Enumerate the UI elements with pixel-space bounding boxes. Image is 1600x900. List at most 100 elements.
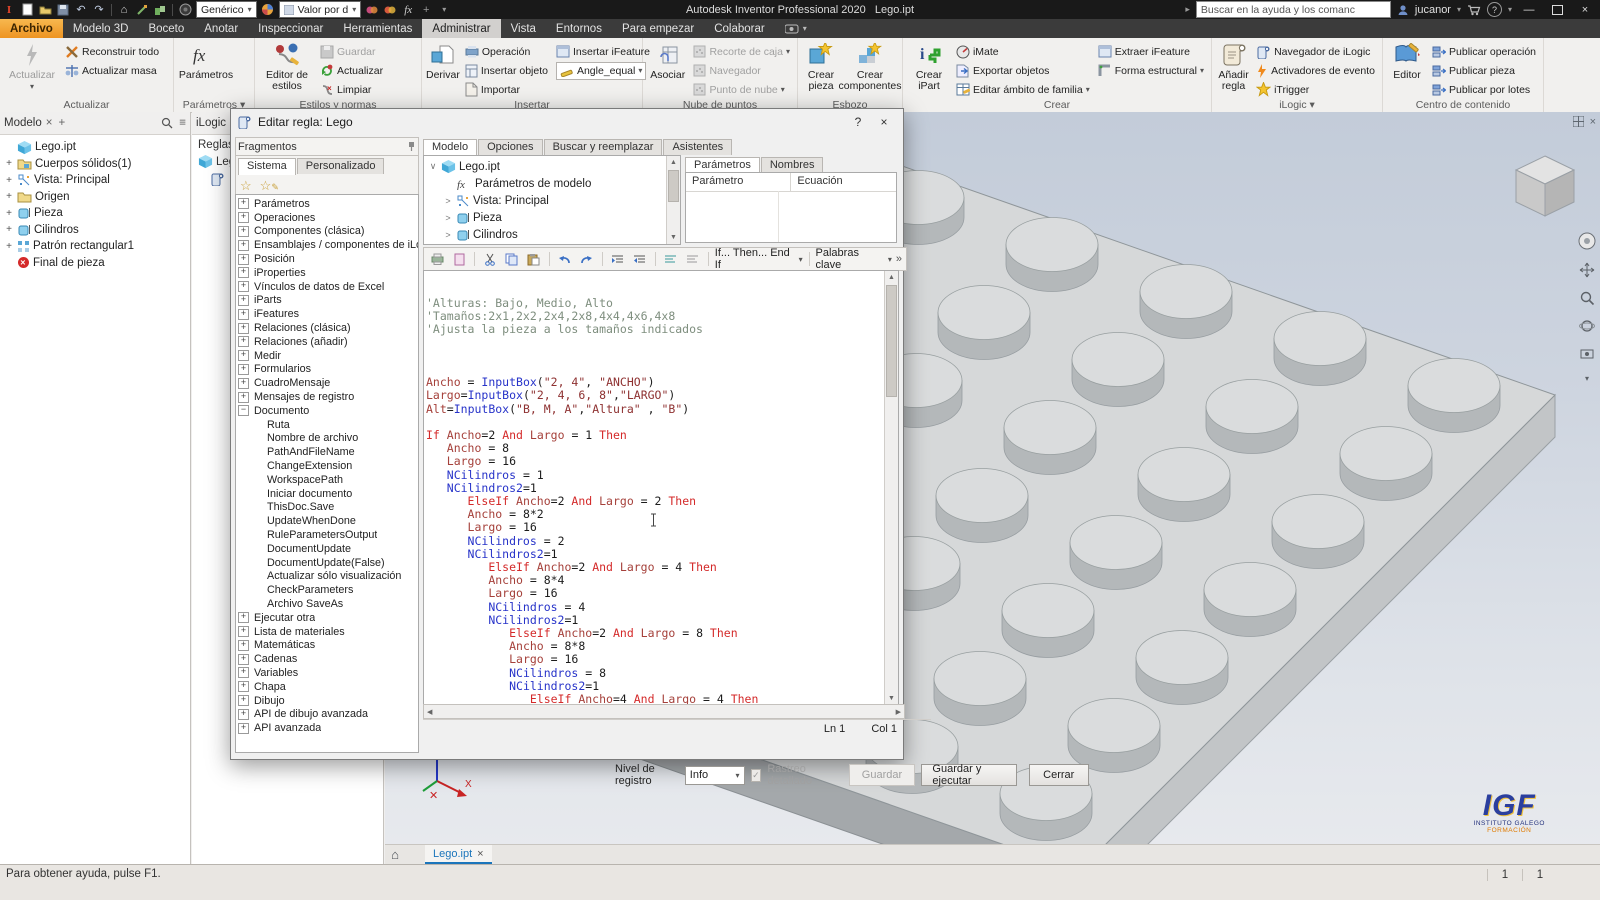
expander-icon[interactable]: + <box>238 295 249 306</box>
minimize-button[interactable]: — <box>1518 1 1540 18</box>
tree-item[interactable]: Patrón rectangular1 <box>426 243 680 244</box>
dialog-tab-buscar[interactable]: Buscar y reemplazar <box>544 139 663 155</box>
expander-icon[interactable]: + <box>238 212 249 223</box>
pan-icon[interactable] <box>1579 262 1595 278</box>
tree-item[interactable]: ×Final de pieza <box>2 255 190 272</box>
tree-item[interactable]: ThisDoc.Save <box>236 501 418 515</box>
guardar-button[interactable]: Guardar <box>317 42 386 61</box>
code-scrollbar[interactable]: ▲ ▼ <box>884 271 898 705</box>
save-icon[interactable] <box>54 1 72 18</box>
tree-item[interactable]: +API de dibujo avanzada <box>236 707 418 721</box>
uncomment-icon[interactable] <box>684 250 702 268</box>
redo-icon[interactable]: ↷ <box>90 1 108 18</box>
dialog-title-bar[interactable]: Editar regla: Lego ? × <box>231 109 903 135</box>
dialog-tab-asistentes[interactable]: Asistentes <box>663 139 732 155</box>
sketch-icon[interactable] <box>133 1 151 18</box>
ribbon-tab-herramientas[interactable]: Herramientas <box>333 19 422 38</box>
material-select[interactable]: Genérico▾ <box>196 1 257 18</box>
tree-item[interactable]: +Patrón rectangular1 <box>2 238 190 255</box>
expander-icon[interactable]: + <box>238 681 249 692</box>
expander-icon[interactable]: + <box>238 323 249 334</box>
navegador-button[interactable]: Navegador <box>690 61 793 80</box>
document-tab[interactable]: Lego.ipt × <box>425 845 492 864</box>
insertar-objeto-button[interactable]: Insertar objeto <box>462 61 551 80</box>
punto-de-nube-button[interactable]: Punto de nube▾ <box>690 80 793 99</box>
tree-item[interactable]: fxParámetros de modelo <box>426 175 680 192</box>
insertar-ifeature-button[interactable]: Insertar iFeature <box>553 42 653 61</box>
expander-icon[interactable]: + <box>238 392 249 403</box>
tree-item[interactable]: +Medir <box>236 349 418 363</box>
code-editor[interactable]: 'Alturas: Bajo, Medio, Alto​'Tamaños:2x1… <box>423 270 899 706</box>
dialog-tab-opciones[interactable]: Opciones <box>478 139 542 155</box>
tree-item[interactable]: +Variables <box>236 666 418 680</box>
ilogic-panel-tab[interactable]: iLogic <box>196 117 226 129</box>
tree-item[interactable]: WorkspacePath <box>236 473 418 487</box>
expander-icon[interactable]: + <box>238 378 249 389</box>
trace-checkbox[interactable]: ✓ <box>751 769 762 782</box>
tree-item[interactable]: +API avanzada <box>236 721 418 735</box>
close-button[interactable]: × <box>1574 1 1596 18</box>
tree-item[interactable]: +Formularios <box>236 363 418 377</box>
publicar-por-lotes-button[interactable]: Publicar por lotes <box>1429 80 1539 99</box>
actualizar-button[interactable]: Actualizar▾ <box>4 40 60 98</box>
tree-item[interactable]: >Cilindros <box>426 226 680 243</box>
crear-ipart-button[interactable]: i Crear iPart <box>907 40 951 98</box>
print-icon[interactable] <box>428 250 446 268</box>
tree-item[interactable]: +Ensamblajes / componentes de iLogic <box>236 238 418 252</box>
toolbar-overflow-icon[interactable]: » <box>896 253 902 265</box>
tree-item[interactable]: Iniciar documento <box>236 487 418 501</box>
expander-icon[interactable]: + <box>4 175 14 186</box>
home-tab-icon[interactable]: ⌂ <box>385 845 405 864</box>
appearance-select[interactable]: Valor por d▾ <box>279 1 362 18</box>
dialog-close-button[interactable]: × <box>871 114 897 131</box>
tree-item[interactable]: Actualizar sólo visualización <box>236 570 418 584</box>
actualizar-masa-button[interactable]: Actualizar masa <box>62 61 162 80</box>
expander-icon[interactable]: ∨ <box>428 161 438 172</box>
navegador-de-ilogic-button[interactable]: Navegador de iLogic <box>1253 42 1378 61</box>
tree-item[interactable]: +Pieza <box>2 205 190 222</box>
indent-icon[interactable] <box>631 250 649 268</box>
ribbon-tab-anotar[interactable]: Anotar <box>194 19 248 38</box>
expander-icon[interactable]: + <box>238 612 249 623</box>
undo-icon[interactable] <box>556 250 574 268</box>
paste-icon[interactable] <box>525 250 543 268</box>
ribbon-tab-para-empezar[interactable]: Para empezar <box>612 19 704 38</box>
expander-icon[interactable]: + <box>238 281 249 292</box>
tree-item[interactable]: +Componentes (clásica) <box>236 225 418 239</box>
measure-icon[interactable] <box>381 1 399 18</box>
insert-fragment-edit-icon[interactable]: ☆✎ <box>260 178 279 194</box>
tree-item[interactable]: +Vista: Principal <box>2 172 190 189</box>
tree-item[interactable]: >Pieza <box>426 209 680 226</box>
expander-icon[interactable]: + <box>238 336 249 347</box>
tree-item[interactable]: ChangeExtension <box>236 459 418 473</box>
full-navigation-wheel-icon[interactable] <box>1578 232 1596 250</box>
operaci-n-button[interactable]: Operación <box>462 42 551 61</box>
adjust-icon[interactable] <box>363 1 381 18</box>
activadores-de-evento-button[interactable]: Activadores de evento <box>1253 61 1378 80</box>
browser-menu-icon[interactable]: ≡ <box>179 117 186 129</box>
params-tab-nombres[interactable]: Nombres <box>761 157 824 173</box>
tree-item[interactable]: +iFeatures <box>236 307 418 321</box>
ribbon-tab-modelo-3d[interactable]: Modelo 3D <box>63 19 139 38</box>
expander-icon[interactable]: + <box>4 158 14 169</box>
tree-item[interactable]: RuleParametersOutput <box>236 528 418 542</box>
publicar-pieza-button[interactable]: Publicar pieza <box>1429 61 1539 80</box>
tree-item[interactable]: PathAndFileName <box>236 445 418 459</box>
copy-icon[interactable] <box>503 250 521 268</box>
angle-equal-button[interactable]: Angle_equal▾ <box>553 61 653 80</box>
expander-icon[interactable]: + <box>4 224 14 235</box>
tree-item[interactable]: >Vista: Principal <box>426 192 680 209</box>
fragments-tab-personalizado[interactable]: Personalizado <box>297 158 385 174</box>
wheel-icon[interactable] <box>176 1 194 18</box>
tree-item[interactable]: +iParts <box>236 294 418 308</box>
log-level-select[interactable]: Info▾ <box>685 766 745 785</box>
pin-icon[interactable] <box>407 141 416 152</box>
editor-button[interactable]: Editor <box>1387 40 1427 98</box>
column-parametro[interactable]: Parámetro <box>686 173 791 191</box>
tree-item[interactable]: −Documento <box>236 404 418 418</box>
derivar-button[interactable]: Derivar <box>426 40 460 98</box>
tree-item[interactable]: +Lista de materiales <box>236 625 418 639</box>
editor-de-estilos-button[interactable]: Editor de estilos <box>259 40 315 98</box>
expander-icon[interactable]: + <box>238 709 249 720</box>
home-icon[interactable]: ⌂ <box>115 1 133 18</box>
